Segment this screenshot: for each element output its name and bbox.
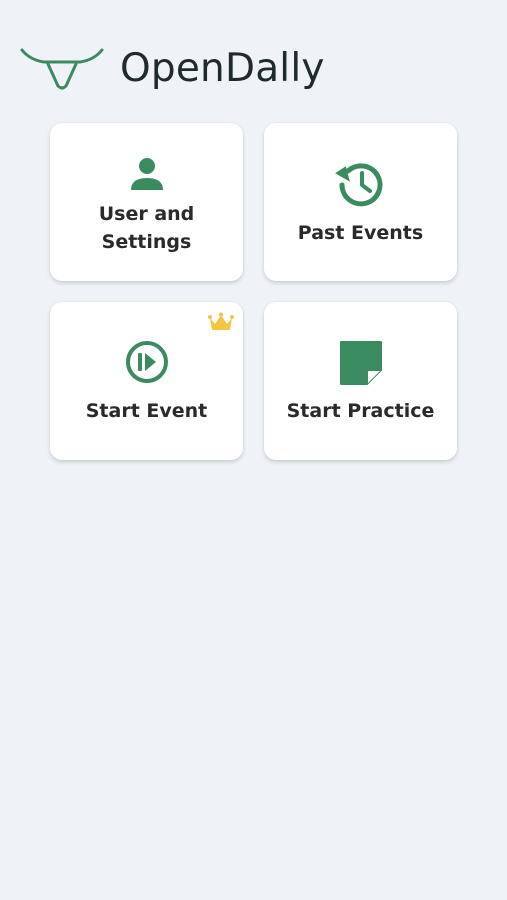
- start-practice-tile[interactable]: Start Practice: [264, 302, 457, 460]
- past-events-tile[interactable]: Past Events: [264, 123, 457, 281]
- start-practice-label: Start Practice: [286, 400, 435, 422]
- play-circle-icon: [125, 341, 168, 383]
- user-and-settings-label: User and Settings: [98, 203, 195, 253]
- bull-logo-icon: [20, 48, 104, 90]
- past-events-label: Past Events: [297, 222, 424, 244]
- history-icon: [334, 163, 382, 207]
- app-header: OpenDally: [20, 38, 325, 98]
- start-event-tile[interactable]: Start Event: [50, 302, 243, 460]
- app-title: OpenDally: [120, 45, 325, 91]
- person-icon: [130, 158, 163, 190]
- sticky-note-icon: [339, 341, 382, 385]
- start-event-label: Start Event: [85, 400, 208, 422]
- crown-icon: [208, 312, 234, 330]
- user-and-settings-tile[interactable]: User and Settings: [50, 123, 243, 281]
